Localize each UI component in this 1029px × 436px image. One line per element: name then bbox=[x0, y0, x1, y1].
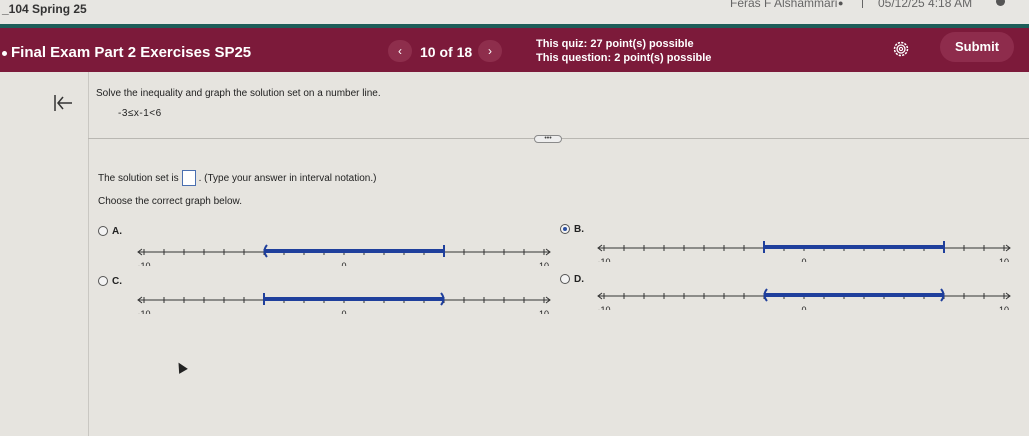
tick-label-max: 10 bbox=[539, 309, 549, 314]
tick-label-min: -10 bbox=[137, 261, 150, 266]
top-bar: _104 Spring 25 Feras F Alshammari ● 05/1… bbox=[0, 0, 1029, 24]
tick-label-zero: 0 bbox=[341, 261, 346, 266]
answer-input[interactable] bbox=[181, 170, 196, 186]
question-points: This question: 2 point(s) possible bbox=[536, 52, 712, 64]
radio-button[interactable] bbox=[560, 274, 570, 285]
tick-label-zero: 0 bbox=[801, 257, 806, 262]
tick-label-max: 10 bbox=[539, 261, 549, 266]
solution-instructions: . (Type your answer in interval notation… bbox=[198, 172, 377, 184]
number-line-b: -10 0 10 bbox=[597, 241, 1011, 262]
choose-instruction: Choose the correct graph below. bbox=[98, 196, 242, 207]
option-letter: C. bbox=[112, 276, 122, 287]
solution-answer-line: The solution set is . (Type your answer … bbox=[98, 170, 376, 186]
tick-label-min: -10 bbox=[597, 305, 610, 310]
submit-button[interactable]: Submit bbox=[940, 32, 1014, 62]
tick-label-min: -10 bbox=[597, 257, 610, 262]
option-letter: B. bbox=[574, 224, 584, 235]
collapse-left-icon[interactable] bbox=[52, 92, 74, 114]
question-prompt: Solve the inequality and graph the solut… bbox=[96, 88, 381, 99]
tick-label-zero: 0 bbox=[341, 309, 346, 314]
divider bbox=[862, 0, 863, 8]
quiz-points: This quiz: 27 point(s) possible bbox=[536, 38, 694, 50]
radio-button-selected[interactable] bbox=[560, 224, 570, 235]
quiz-header: Final Exam Part 2 Exercises SP25 ‹ 10 of… bbox=[0, 28, 1029, 72]
timestamp: 05/12/25 4:18 AM bbox=[878, 0, 973, 10]
previous-question-button[interactable]: ‹ bbox=[388, 40, 412, 62]
question-area: Solve the inequality and graph the solut… bbox=[0, 72, 1029, 436]
option-a[interactable]: A. bbox=[98, 226, 122, 237]
question-counter[interactable]: 10 of 18 bbox=[420, 44, 472, 60]
option-c[interactable]: C. bbox=[98, 276, 122, 287]
help-icon[interactable] bbox=[996, 0, 1005, 6]
tick-label-max: 10 bbox=[999, 305, 1009, 310]
next-question-button[interactable]: › bbox=[478, 40, 502, 62]
user-name: Feras F Alshammari bbox=[730, 0, 838, 10]
option-letter: A. bbox=[112, 226, 122, 237]
gear-icon[interactable] bbox=[892, 40, 910, 58]
exam-title: Final Exam Part 2 Exercises SP25 bbox=[2, 44, 251, 61]
tick-label-zero: 0 bbox=[801, 305, 806, 310]
radio-button[interactable] bbox=[98, 276, 108, 287]
inequality: -3≤x-1<6 bbox=[118, 108, 162, 119]
option-d[interactable]: D. bbox=[560, 274, 584, 285]
left-divider bbox=[88, 72, 89, 436]
mouse-cursor bbox=[174, 360, 188, 374]
points-info: This quiz: 27 point(s) possible This que… bbox=[536, 37, 711, 65]
tick-label-max: 10 bbox=[999, 257, 1009, 262]
number-line-a: -10 0 10 bbox=[137, 244, 551, 266]
number-line-d: -10 0 10 bbox=[597, 288, 1011, 310]
user-icon: ● bbox=[838, 0, 844, 8]
number-line-c: -10 0 10 bbox=[137, 292, 551, 314]
option-letter: D. bbox=[574, 274, 584, 285]
option-b[interactable]: B. bbox=[560, 224, 584, 235]
tick-label-min: -10 bbox=[137, 309, 150, 314]
more-button[interactable]: ••• bbox=[534, 135, 562, 143]
solution-prefix: The solution set is bbox=[98, 172, 179, 184]
radio-button[interactable] bbox=[98, 226, 108, 237]
course-title[interactable]: _104 Spring 25 bbox=[2, 2, 87, 16]
